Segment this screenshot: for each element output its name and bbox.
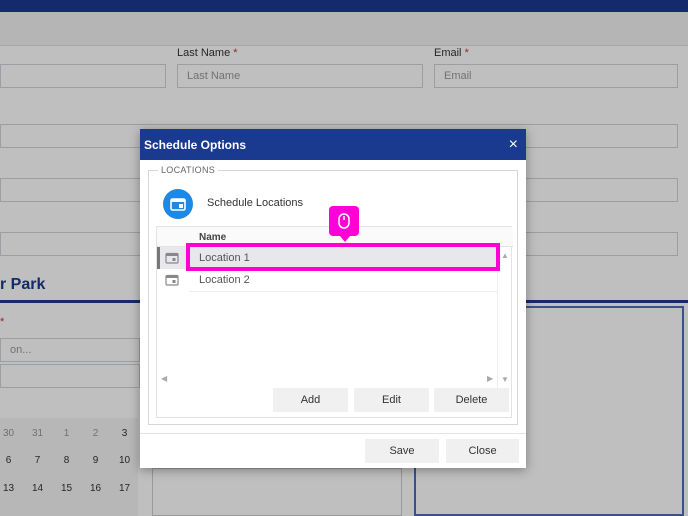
calendar-icon — [165, 274, 179, 286]
row-divider — [189, 291, 497, 292]
grid-toolbar: Add Edit Delete — [157, 385, 513, 417]
add-button[interactable]: Add — [273, 388, 348, 412]
row-label: Location 2 — [199, 274, 250, 286]
scroll-left-icon[interactable]: ◀ — [161, 374, 167, 383]
schedule-options-dialog: Schedule Options × LOCATIONS Schedule Lo… — [140, 129, 526, 468]
dialog-header: Schedule Options × — [140, 129, 526, 160]
dialog-footer: Save Close — [140, 433, 526, 468]
selection-marker — [157, 247, 160, 269]
edit-button[interactable]: Edit — [354, 388, 429, 412]
mouse-icon — [329, 206, 359, 242]
dialog-title: Schedule Options — [144, 137, 247, 152]
column-header-name[interactable]: Name — [199, 232, 226, 243]
scroll-up-icon[interactable]: ▲ — [501, 251, 509, 260]
delete-button[interactable]: Delete — [434, 388, 509, 412]
schedule-locations-title: Schedule Locations — [207, 197, 304, 209]
horizontal-scrollbar[interactable]: ◀ ▶ — [157, 373, 513, 385]
locations-legend: LOCATIONS — [158, 165, 219, 175]
scroll-right-icon[interactable]: ▶ — [487, 374, 493, 383]
selection-highlight — [186, 243, 500, 271]
save-button[interactable]: Save — [365, 439, 439, 463]
table-row[interactable]: Location 2 — [157, 269, 497, 291]
close-icon[interactable]: × — [509, 136, 518, 153]
calendar-icon — [165, 252, 179, 264]
calendar-location-icon — [163, 189, 193, 219]
close-button[interactable]: Close — [446, 439, 519, 463]
